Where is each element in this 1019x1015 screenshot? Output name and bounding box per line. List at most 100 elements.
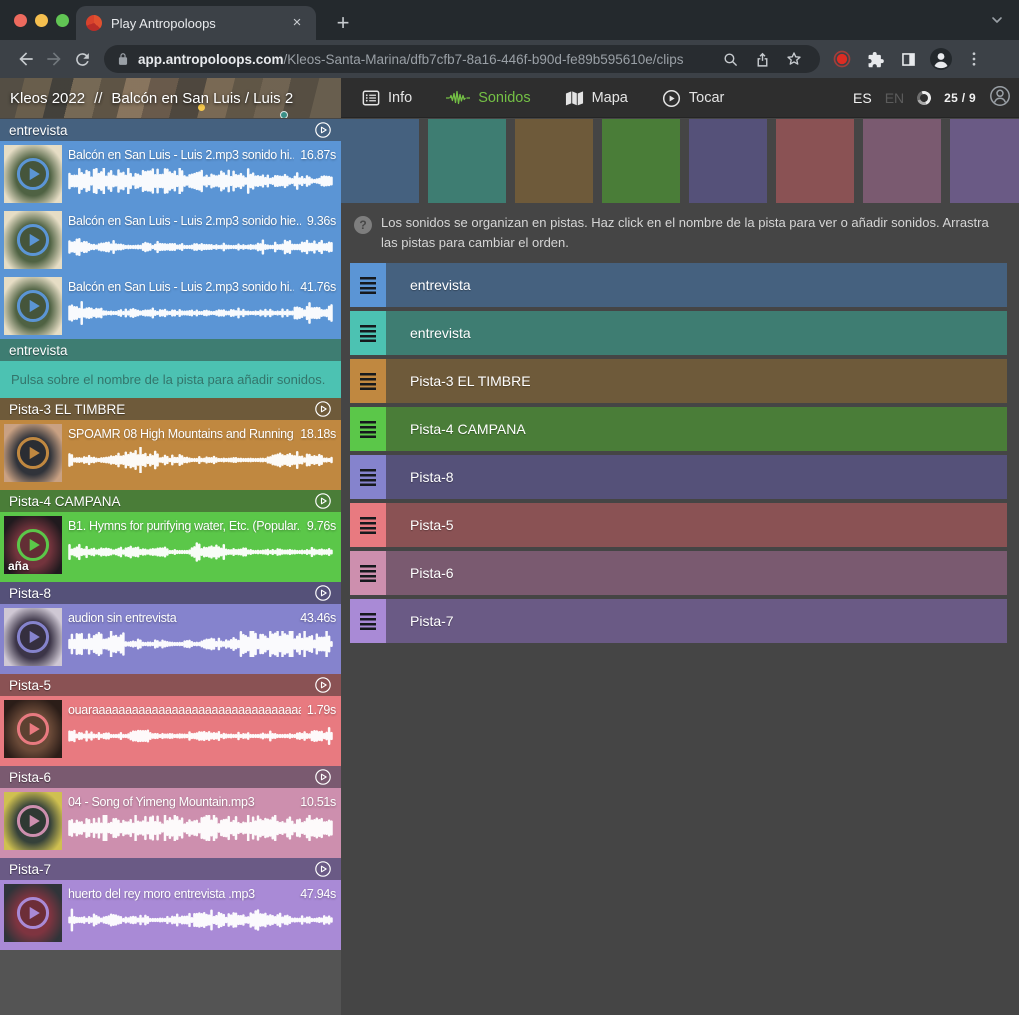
reload-button[interactable] [68, 45, 96, 73]
audio-clip[interactable]: Balcón en San Luis - Luis 2.mp3 sonido h… [0, 141, 341, 207]
clip-title: ouaraaaaaaaaaaaaaaaaaaaaaaaaaaaaaaaaaaa.… [68, 703, 301, 717]
language-en-button[interactable]: EN [885, 90, 904, 106]
clip-play-icon[interactable] [16, 436, 50, 475]
sidebar-track-header[interactable]: entrevista [0, 339, 341, 361]
fullscreen-window-button[interactable] [56, 14, 69, 27]
track-row[interactable]: entrevista [350, 263, 1007, 307]
drag-grip-icon [360, 469, 376, 486]
close-window-button[interactable] [14, 14, 27, 27]
sidebar-track-name: Pista-4 CAMPANA [9, 494, 308, 509]
track-play-icon[interactable] [314, 584, 332, 602]
drag-grip-icon [360, 565, 376, 582]
track-color-swatch [341, 119, 419, 203]
tab-search-chevron-icon[interactable] [989, 12, 1005, 33]
clip-thumbnail-caption: aña [8, 559, 29, 573]
loaded-counter: 25 / 9 [944, 91, 976, 105]
sidebar-track-header[interactable]: Pista-5 [0, 674, 341, 696]
back-button[interactable] [12, 45, 40, 73]
track-play-icon[interactable] [314, 768, 332, 786]
clip-play-icon[interactable] [16, 896, 50, 935]
clip-play-icon[interactable] [16, 620, 50, 659]
track-color-swatch [689, 119, 767, 203]
clip-play-icon[interactable] [16, 289, 50, 328]
track-row[interactable]: Pista-4 CAMPANA [350, 407, 1007, 451]
address-bar[interactable]: app.antropoloops.com/Kleos-Santa-Marina/… [104, 45, 820, 73]
audio-clip[interactable]: audion sin entrevista 43.46s [0, 604, 341, 670]
audio-clip[interactable]: aña B1. Hymns for purifying water, Etc. … [0, 512, 341, 578]
clip-duration: 41.76s [300, 280, 336, 294]
track-row[interactable]: Pista-7 [350, 599, 1007, 643]
nav-tab-mapa[interactable]: Mapa [565, 90, 628, 107]
new-tab-button[interactable]: + [330, 10, 356, 36]
track-play-icon[interactable] [314, 860, 332, 878]
track-drag-handle[interactable] [350, 359, 386, 403]
recorder-extension-icon[interactable] [828, 45, 856, 73]
header-right-controls: ES EN 25 / 9 [853, 78, 1011, 118]
clip-duration: 47.94s [300, 887, 336, 901]
sidebar-track-header[interactable]: Pista-7 [0, 858, 341, 880]
track-play-icon[interactable] [314, 492, 332, 510]
audio-clip[interactable]: Balcón en San Luis - Luis 2.mp3 sonido h… [0, 207, 341, 273]
browser-tab[interactable]: Play Antropoloops × [76, 6, 316, 40]
track-drag-handle[interactable] [350, 551, 386, 595]
audio-clip[interactable]: huerto del rey moro entrevista .mp3 47.9… [0, 880, 341, 946]
clip-duration: 16.87s [300, 148, 336, 162]
zoom-magnifier-icon[interactable] [716, 45, 744, 73]
sidebar-track-panel: Pulsa sobre el nombre de la pista para a… [0, 361, 341, 398]
help-question-icon[interactable]: ? [354, 216, 372, 234]
track-play-icon[interactable] [314, 121, 332, 139]
sidebar-track-header[interactable]: Pista-8 [0, 582, 341, 604]
breadcrumb-project-link[interactable]: Kleos 2022 [10, 90, 85, 107]
clip-play-icon[interactable] [16, 804, 50, 843]
sidebar-track-header[interactable]: entrevista [0, 119, 341, 141]
track-row[interactable]: Pista-6 [350, 551, 1007, 595]
play-circle-icon [662, 89, 681, 108]
sidebar-track-header[interactable]: Pista-3 EL TIMBRE [0, 398, 341, 420]
nav-tab-tocar[interactable]: Tocar [662, 89, 724, 108]
clip-duration: 18.18s [300, 427, 336, 441]
track-list: entrevista entrevista Pista-3 EL TIMBRE … [350, 263, 1007, 643]
profile-avatar[interactable] [927, 45, 955, 73]
nav-tab-info[interactable]: Info [362, 89, 412, 107]
sidebar-track-panel: 04 - Song of Yimeng Mountain.mp3 10.51s [0, 788, 341, 858]
extensions-puzzle-icon[interactable] [861, 45, 889, 73]
language-es-button[interactable]: ES [853, 90, 872, 106]
drag-grip-icon [360, 277, 376, 294]
audio-clip[interactable]: SPOAMR 08 High Mountains and Running ...… [0, 420, 341, 486]
track-drag-handle[interactable] [350, 311, 386, 355]
minimize-window-button[interactable] [35, 14, 48, 27]
sidebar-track-name: entrevista [9, 123, 308, 138]
track-play-icon[interactable] [314, 676, 332, 694]
clip-play-icon[interactable] [16, 712, 50, 751]
share-icon[interactable] [748, 45, 776, 73]
track-color-swatch [602, 119, 680, 203]
audio-clip[interactable]: ouaraaaaaaaaaaaaaaaaaaaaaaaaaaaaaaaaaaa.… [0, 696, 341, 762]
clip-play-icon[interactable] [16, 223, 50, 262]
track-row[interactable]: Pista-8 [350, 455, 1007, 499]
account-icon[interactable] [989, 85, 1011, 112]
track-row[interactable]: entrevista [350, 311, 1007, 355]
tab-close-icon[interactable]: × [288, 14, 306, 32]
track-play-icon[interactable] [314, 400, 332, 418]
track-drag-handle[interactable] [350, 263, 386, 307]
sidebar-track-header[interactable]: Pista-4 CAMPANA [0, 490, 341, 512]
nav-tab-sonidos[interactable]: Sonidos [446, 90, 530, 106]
track-drag-handle[interactable] [350, 599, 386, 643]
track-row[interactable]: Pista-5 [350, 503, 1007, 547]
forward-button[interactable] [40, 45, 68, 73]
audio-clip[interactable]: 04 - Song of Yimeng Mountain.mp3 10.51s [0, 788, 341, 854]
clip-play-icon[interactable] [16, 157, 50, 196]
track-drag-handle[interactable] [350, 407, 386, 451]
track-drag-handle[interactable] [350, 455, 386, 499]
browser-toolbar: app.antropoloops.com/Kleos-Santa-Marina/… [0, 40, 1019, 78]
track-drag-handle[interactable] [350, 503, 386, 547]
sidebar-track-header[interactable]: Pista-6 [0, 766, 341, 788]
url-text: app.antropoloops.com/Kleos-Santa-Marina/… [138, 52, 708, 67]
browser-menu-kebab-icon[interactable] [960, 45, 988, 73]
clip-waveform [68, 234, 333, 265]
track-row[interactable]: Pista-3 EL TIMBRE [350, 359, 1007, 403]
audio-clip[interactable]: Balcón en San Luis - Luis 2.mp3 sonido h… [0, 273, 341, 339]
bookmark-star-icon[interactable] [780, 45, 808, 73]
sidebar-track-name: entrevista [9, 343, 332, 358]
side-panel-icon[interactable] [894, 45, 922, 73]
